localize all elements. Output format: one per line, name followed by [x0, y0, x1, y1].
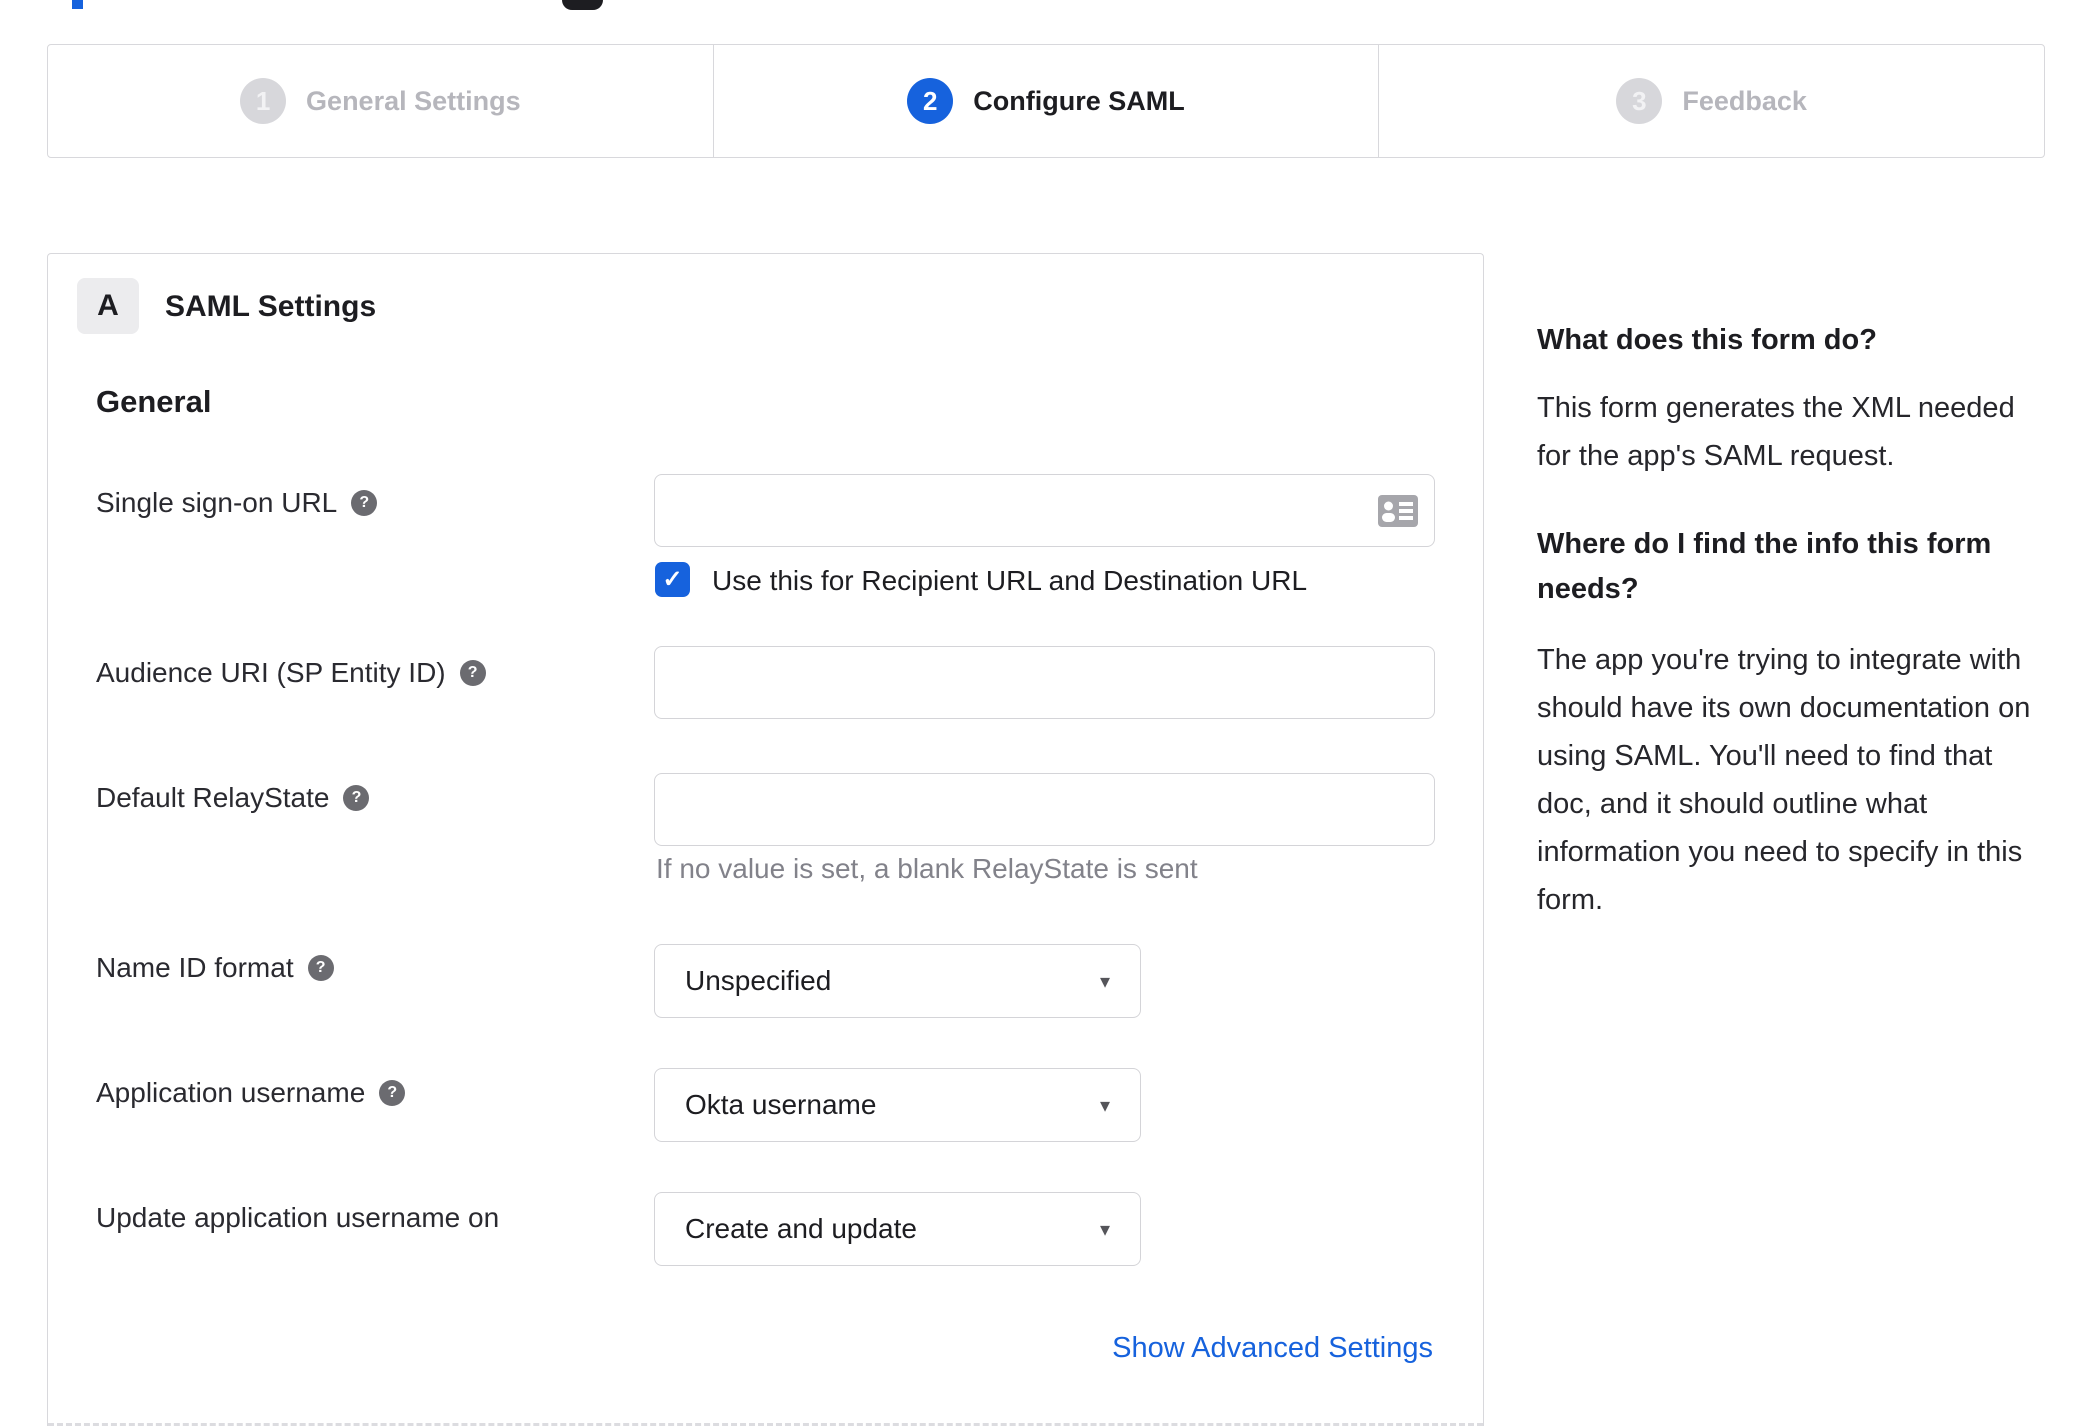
- panel-title: SAML Settings: [165, 290, 377, 323]
- audience-uri-label-text: Audience URI (SP Entity ID): [96, 657, 446, 688]
- app-username-label-text: Application username: [96, 1077, 366, 1108]
- sso-url-label-text: Single sign-on URL: [96, 487, 338, 518]
- update-app-username-label-text: Update application username on: [96, 1202, 500, 1233]
- select-value: Okta username: [685, 1089, 877, 1120]
- sidebar-heading-what-text: What does this form do?: [1537, 324, 1877, 356]
- section-a-badge: A: [77, 278, 139, 334]
- app-username-label: Application username ?: [96, 1077, 406, 1109]
- sidebar-heading-what: What does this form do?: [1537, 318, 2042, 363]
- help-icon[interactable]: ?: [343, 785, 370, 811]
- cropped-icon-fragment: [562, 0, 603, 10]
- update-app-username-select[interactable]: Create and update ▾: [654, 1192, 1141, 1266]
- cropped-blue-logo-fragment: [72, 0, 83, 9]
- general-section-heading: General: [96, 384, 212, 419]
- help-icon[interactable]: ?: [379, 1080, 406, 1106]
- relay-state-hint: If no value is set, a blank RelayState i…: [656, 853, 1198, 884]
- sidebar-heading-where: Where do I find the info this form needs…: [1537, 522, 2042, 612]
- chevron-down-icon: ▾: [1099, 970, 1110, 993]
- step-feedback[interactable]: 3 Feedback: [1378, 45, 2044, 157]
- select-value: Unspecified: [685, 965, 832, 996]
- wizard-stepper: 1 General Settings 2 Configure SAML 3 Fe…: [47, 44, 2045, 158]
- sidebar-body-what: This form generates the XML needed for t…: [1537, 384, 2042, 480]
- sso-url-input[interactable]: [654, 474, 1435, 547]
- step-label: General Settings: [306, 85, 521, 116]
- step-number-badge: 3: [1616, 78, 1663, 124]
- contact-card-icon[interactable]: [1378, 495, 1418, 527]
- step-number-badge: 2: [907, 78, 954, 124]
- audience-uri-label: Audience URI (SP Entity ID) ?: [96, 657, 486, 689]
- audience-uri-input[interactable]: [654, 646, 1435, 719]
- show-advanced-settings-link[interactable]: Show Advanced Settings: [1112, 1332, 1433, 1365]
- app-username-select[interactable]: Okta username ▾: [654, 1068, 1141, 1142]
- help-icon[interactable]: ?: [307, 955, 334, 981]
- chevron-down-icon: ▾: [1099, 1218, 1110, 1241]
- step-label: Feedback: [1682, 85, 1807, 116]
- help-icon[interactable]: ?: [351, 490, 378, 516]
- select-value: Create and update: [685, 1213, 917, 1244]
- sso-url-label: Single sign-on URL ?: [96, 487, 378, 519]
- step-configure-saml[interactable]: 2 Configure SAML: [712, 45, 1379, 157]
- sidebar-body-what-text: This form generates the XML needed for t…: [1537, 392, 2015, 472]
- name-id-format-label-text: Name ID format: [96, 952, 294, 983]
- relay-state-label: Default RelayState ?: [96, 782, 370, 814]
- recipient-url-checkbox-label: Use this for Recipient URL and Destinati…: [712, 565, 1308, 596]
- step-number-badge: 1: [240, 78, 287, 124]
- step-general-settings[interactable]: 1 General Settings: [48, 45, 713, 157]
- help-icon[interactable]: ?: [459, 660, 486, 686]
- name-id-format-select[interactable]: Unspecified ▾: [654, 944, 1141, 1018]
- relay-state-label-text: Default RelayState: [96, 782, 330, 813]
- step-label: Configure SAML: [973, 85, 1185, 116]
- sidebar-heading-where-text: Where do I find the info this form needs…: [1537, 528, 1992, 605]
- sidebar-body-where-text: The app you're trying to integrate with …: [1537, 644, 2031, 916]
- saml-settings-panel: A SAML Settings General Single sign-on U…: [47, 253, 1484, 1426]
- chevron-down-icon: ▾: [1099, 1094, 1110, 1117]
- sidebar-body-where: The app you're trying to integrate with …: [1537, 636, 2042, 924]
- relay-state-input[interactable]: [654, 773, 1435, 846]
- update-app-username-label: Update application username on: [96, 1202, 499, 1234]
- recipient-url-checkbox[interactable]: ✓: [655, 562, 690, 597]
- name-id-format-label: Name ID format ?: [96, 952, 334, 984]
